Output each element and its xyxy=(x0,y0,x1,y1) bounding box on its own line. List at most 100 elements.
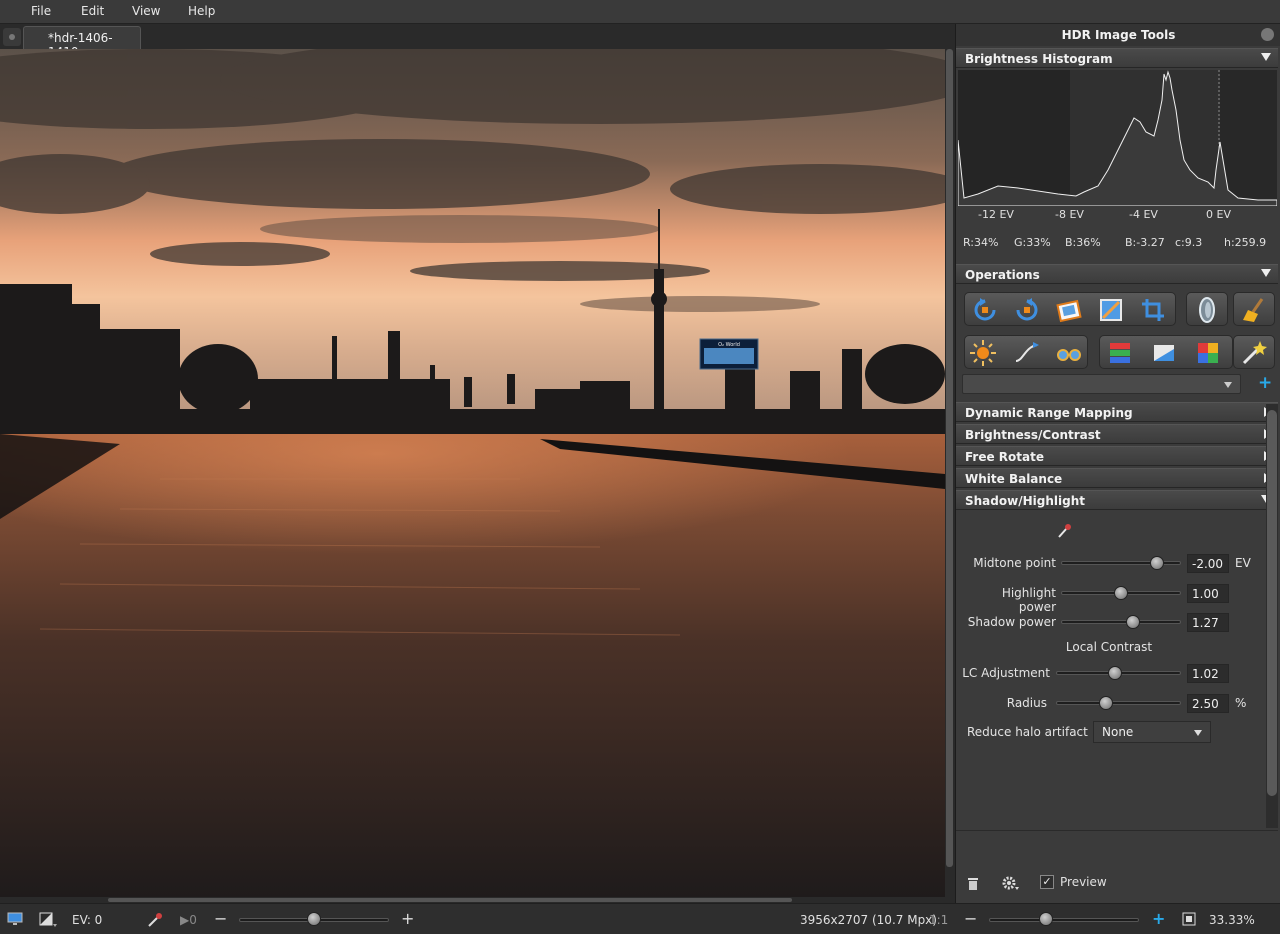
play-indicator[interactable]: ▶0 xyxy=(180,913,197,927)
collapse-arrow-icon xyxy=(1261,53,1271,61)
exposure-plus-button[interactable]: + xyxy=(401,909,414,928)
zoom-in-button[interactable]: + xyxy=(1152,909,1165,928)
eyedropper-icon[interactable] xyxy=(1056,522,1072,540)
shadow-power-value[interactable]: 1.27 xyxy=(1187,613,1229,632)
section-brightness-contrast[interactable]: Brightness/Contrast xyxy=(956,424,1278,444)
section-dynamic-range-mapping[interactable]: Dynamic Range Mapping xyxy=(956,402,1278,422)
section-title: Operations xyxy=(965,268,1040,282)
auto-tool-group xyxy=(1233,335,1275,369)
preview-label: Preview xyxy=(1060,875,1107,889)
reduce-halo-value: None xyxy=(1102,725,1134,739)
glasses-icon[interactable] xyxy=(1055,339,1083,367)
operations-header[interactable]: Operations xyxy=(956,264,1278,284)
crop-icon[interactable] xyxy=(1139,296,1167,324)
brightness-histogram-header[interactable]: Brightness Histogram xyxy=(956,48,1278,68)
shadow-power-label: Shadow power xyxy=(967,615,1056,629)
hdr-photo: O₂ World xyxy=(0,49,945,897)
panel-title: HDR Image Tools xyxy=(956,24,1280,46)
collapse-arrow-icon xyxy=(1261,269,1271,277)
lc-adjustment-knob[interactable] xyxy=(1107,666,1122,680)
operations-scrollbar[interactable] xyxy=(1266,404,1278,828)
midtone-value[interactable]: -2.00 xyxy=(1187,554,1229,573)
exposure-minus-button[interactable]: − xyxy=(214,909,227,928)
color-balance-icon[interactable] xyxy=(1194,339,1222,367)
lens-correction-icon[interactable] xyxy=(1193,296,1221,324)
panel-close-icon[interactable] xyxy=(1261,28,1274,41)
radius-knob[interactable] xyxy=(1099,696,1113,710)
radius-slider[interactable] xyxy=(1056,701,1181,705)
stat-green: G:33% xyxy=(1014,236,1051,249)
lens-tool-group xyxy=(1186,292,1228,326)
panel-footer: ✓ Preview xyxy=(956,830,1278,903)
menu-file[interactable]: File xyxy=(31,4,51,18)
operation-select[interactable] xyxy=(962,374,1241,394)
billboard-text: O₂ World xyxy=(718,342,740,348)
trash-icon[interactable] xyxy=(966,875,980,891)
channel-mixer-icon[interactable] xyxy=(1106,339,1134,367)
section-white-balance[interactable]: White Balance xyxy=(956,468,1278,488)
resize-icon[interactable] xyxy=(1097,296,1125,324)
flip-icon[interactable] xyxy=(1055,296,1083,324)
midtone-slider-knob[interactable] xyxy=(1150,556,1164,570)
section-title: Dynamic Range Mapping xyxy=(965,406,1133,420)
menu-view[interactable]: View xyxy=(132,4,160,18)
settings-gear-icon[interactable] xyxy=(1002,875,1020,891)
magic-wand-icon[interactable] xyxy=(1240,339,1268,367)
exposure-slider-knob[interactable] xyxy=(307,912,321,926)
stat-c: c:9.3 xyxy=(1175,236,1203,249)
zoom-slider-knob[interactable] xyxy=(1039,912,1053,926)
lc-adjustment-label: LC Adjustment xyxy=(962,666,1050,680)
section-title: Free Rotate xyxy=(965,450,1044,464)
fit-to-window-icon[interactable] xyxy=(1182,912,1196,926)
highlight-power-value[interactable]: 1.00 xyxy=(1187,584,1229,603)
shadow-power-slider[interactable] xyxy=(1061,620,1181,624)
vertical-scroll-thumb[interactable] xyxy=(946,49,953,867)
preview-checkbox[interactable]: ✓ xyxy=(1040,875,1054,889)
document-tab[interactable]: *hdr-1406-1410 xyxy=(23,26,141,59)
local-contrast-heading: Local Contrast xyxy=(1065,640,1153,654)
exposure-sun-icon[interactable] xyxy=(969,339,997,367)
levels-icon[interactable] xyxy=(1150,339,1178,367)
broom-icon[interactable] xyxy=(1240,296,1268,324)
operations-scroll-thumb[interactable] xyxy=(1267,410,1277,796)
menu-help[interactable]: Help xyxy=(188,4,215,18)
lc-adjustment-value[interactable]: 1.02 xyxy=(1187,664,1229,683)
exposure-compensation-icon[interactable] xyxy=(39,912,57,928)
transform-tool-group xyxy=(964,292,1176,326)
shadow-power-knob[interactable] xyxy=(1126,615,1140,629)
midtone-label: Midtone point xyxy=(973,556,1056,570)
color-tool-group xyxy=(1099,335,1233,369)
section-title: Brightness/Contrast xyxy=(965,428,1101,442)
horizontal-scroll-thumb[interactable] xyxy=(108,898,792,902)
radius-value[interactable]: 2.50 xyxy=(1187,694,1229,713)
dropdown-arrow-icon xyxy=(1194,730,1202,736)
reduce-halo-label: Reduce halo artifact xyxy=(967,725,1088,739)
section-title: Brightness Histogram xyxy=(965,52,1113,66)
radius-label: Radius xyxy=(1006,696,1047,710)
dropdown-arrow-icon xyxy=(1224,382,1232,388)
highlight-power-knob[interactable] xyxy=(1114,586,1128,600)
rotate-left-icon[interactable] xyxy=(971,296,999,324)
tab-close-icon[interactable] xyxy=(3,28,21,46)
monitor-icon[interactable] xyxy=(7,912,23,926)
app-window: File Edit View Help *hdr-1406-1410 xyxy=(0,0,1280,934)
ev-readout: EV: 0 xyxy=(72,913,103,927)
tone-tool-group xyxy=(964,335,1088,369)
document-tab-bar: *hdr-1406-1410 xyxy=(0,24,955,59)
menu-edit[interactable]: Edit xyxy=(81,4,104,18)
zoom-ratio-button[interactable]: 1:1 xyxy=(929,913,948,927)
stat-h: h:259.9 xyxy=(1224,236,1267,249)
hdr-image-tools-panel: HDR Image Tools Brightness Histogram -12… xyxy=(955,24,1280,903)
zoom-out-button[interactable]: − xyxy=(964,909,977,928)
reduce-halo-select[interactable]: None xyxy=(1093,721,1211,743)
add-operation-button[interactable]: + xyxy=(1258,373,1272,393)
highlight-power-label: Highlight power xyxy=(1001,586,1056,614)
zoom-slider[interactable] xyxy=(989,918,1139,922)
rotate-right-icon[interactable] xyxy=(1013,296,1041,324)
viewport-vertical-scrollbar[interactable] xyxy=(945,49,955,897)
section-shadow-highlight[interactable]: Shadow/Highlight xyxy=(956,490,1278,510)
section-free-rotate[interactable]: Free Rotate xyxy=(956,446,1278,466)
eyedropper-icon[interactable] xyxy=(147,912,163,928)
image-viewport[interactable]: O₂ World xyxy=(0,49,945,897)
curves-icon[interactable] xyxy=(1013,339,1041,367)
